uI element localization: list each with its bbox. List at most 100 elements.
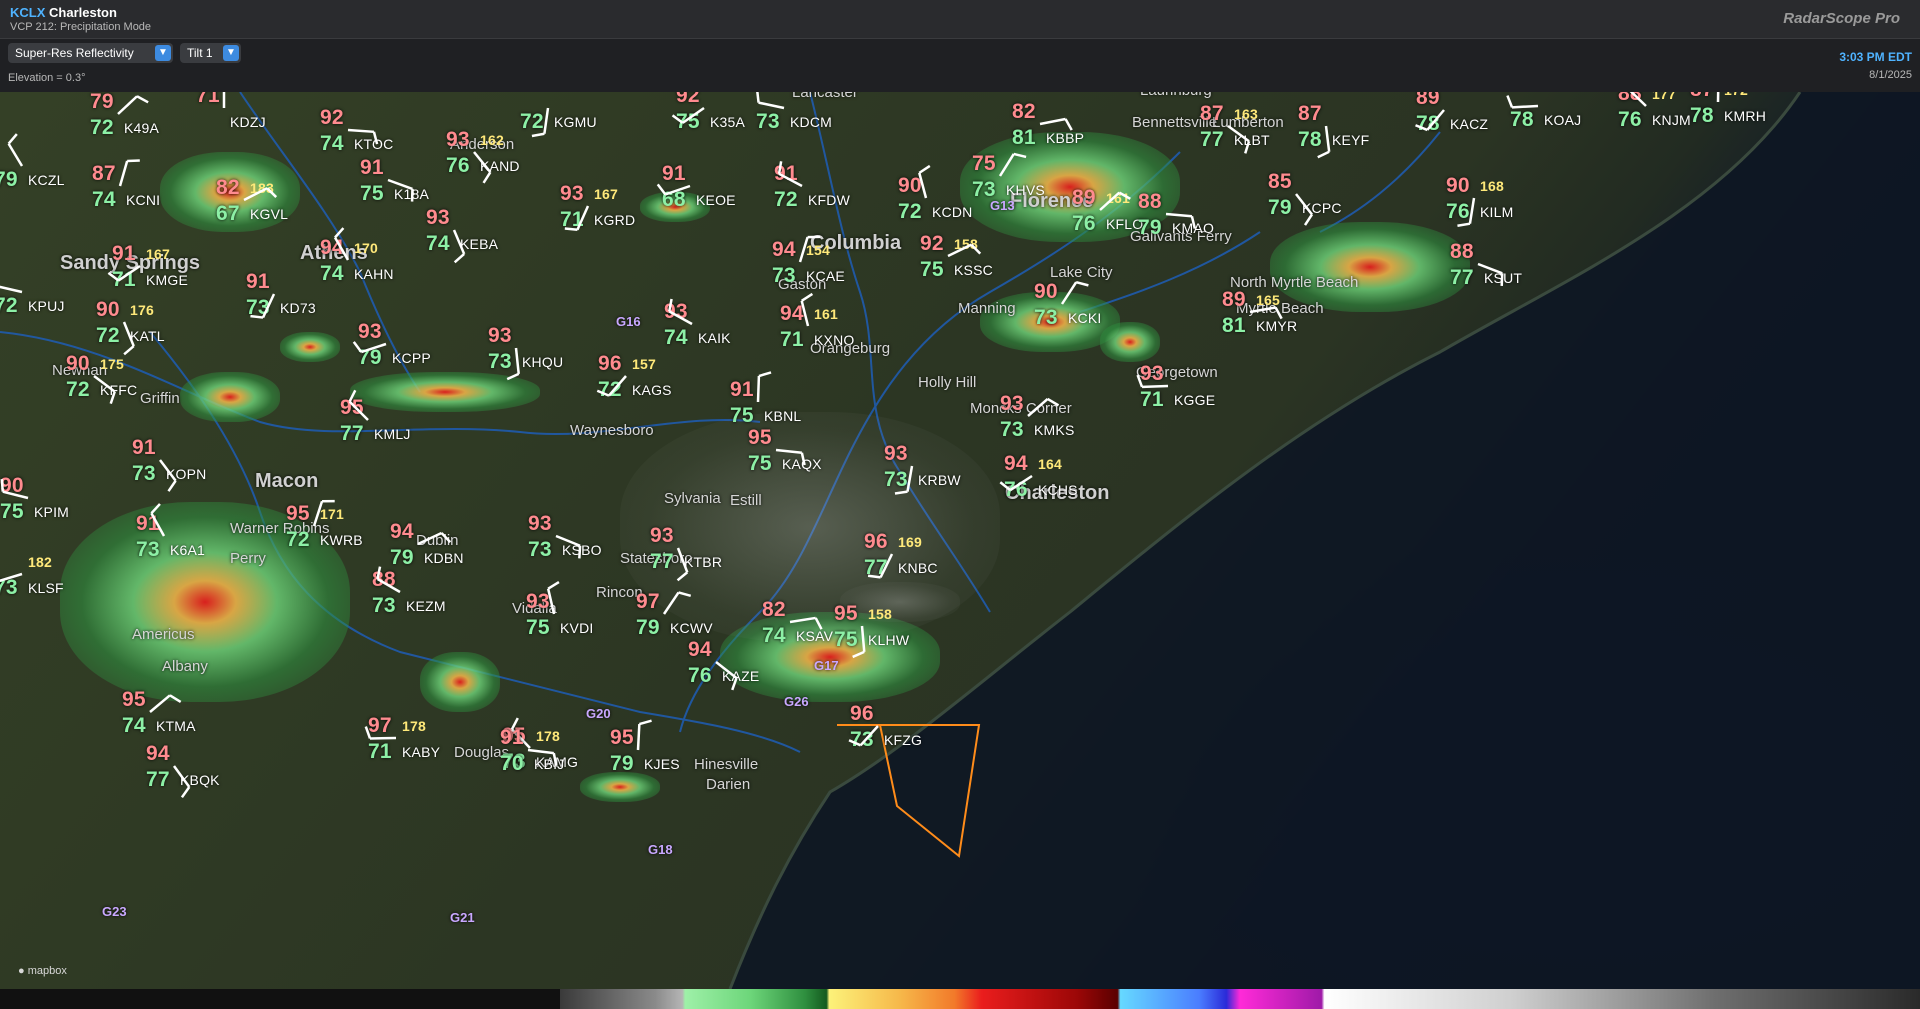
wind-barb-icon — [775, 448, 806, 466]
station-title: KCLX Charleston — [10, 5, 117, 20]
wind-barb-icon — [636, 719, 652, 751]
vcp-mode: VCP 212: Precipitation Mode — [10, 21, 152, 33]
app-brand: RadarScope Pro — [1783, 10, 1900, 27]
wind-barb-icon — [867, 553, 894, 579]
wind-barb-icon — [546, 581, 560, 615]
product-select[interactable]: Super-Res Reflectivity ▼ — [8, 43, 173, 63]
wind-barb-icon — [555, 534, 582, 559]
wind-barb-icon — [564, 205, 590, 231]
wind-barb-icon — [506, 347, 520, 381]
toolbar: Super-Res Reflectivity ▼ Tilt 1 ▼ Elevat… — [0, 39, 1920, 92]
wind-barb-icon — [312, 499, 335, 527]
wind-barb-icon — [159, 459, 177, 492]
wind-barb-icon — [676, 547, 689, 582]
city-label: Americus — [132, 626, 195, 643]
wind-barb-icon — [0, 284, 23, 294]
wind-barb-icon — [671, 106, 705, 124]
tilt-select-value: Tilt 1 — [187, 46, 213, 60]
wind-barb-icon — [668, 298, 693, 326]
chevron-down-icon: ▼ — [223, 45, 239, 61]
wind-barb-icon — [715, 661, 738, 691]
wind-barb-icon — [1099, 191, 1131, 211]
wind-barb-icon — [473, 151, 492, 184]
elevation-label: Elevation = 0.3° — [8, 72, 86, 84]
wind-barb-icon — [117, 95, 149, 115]
wind-barb-icon — [848, 725, 879, 747]
wind-barb-icon — [1295, 193, 1314, 226]
wind-barb-icon — [894, 465, 914, 495]
wind-barb-icon — [1317, 125, 1331, 159]
wind-barb-icon — [1227, 124, 1251, 154]
wind-barb-icon — [755, 92, 785, 110]
color-legend — [0, 989, 1920, 1009]
wind-barb-icon — [1716, 92, 1720, 103]
city-label: Manning — [958, 300, 1016, 317]
wind-gust-label: G20 — [586, 706, 611, 721]
station-name: Charleston — [49, 5, 117, 20]
wind-barb-icon — [1165, 212, 1197, 229]
attribution-text: mapbox — [27, 965, 67, 977]
wind-barb-icon — [387, 178, 414, 202]
wind-barb-icon — [800, 292, 814, 327]
wind-barb-icon — [656, 183, 691, 196]
wind-barb-icon — [789, 616, 823, 630]
wind-barb-icon — [172, 765, 191, 799]
wind-barb-icon — [1027, 397, 1060, 417]
wind-barb-icon — [777, 161, 803, 188]
wind-barb-icon — [1136, 374, 1169, 389]
wind-barb-icon — [918, 164, 931, 199]
wind-barb-icon — [243, 187, 278, 202]
title-bar: KCLX Charleston VCP 212: Precipitation M… — [0, 0, 1920, 39]
wind-barb-icon — [417, 531, 452, 546]
wind-barb-icon — [596, 375, 627, 397]
wind-barb-icon — [122, 321, 135, 356]
reflectivity-echo — [180, 372, 280, 422]
wind-barb-icon — [118, 159, 140, 187]
reflectivity-echo — [280, 332, 340, 362]
city-label: Waynesboro — [570, 422, 654, 439]
wind-barb-icon — [999, 474, 1033, 492]
reflectivity-echo — [420, 652, 500, 712]
city-label: Sylvania — [664, 490, 721, 507]
wind-barb-icon — [0, 479, 29, 500]
mapbox-logo: ● mapbox — [18, 965, 67, 977]
city-label: Hinesville — [694, 756, 759, 773]
wind-barb-icon — [149, 694, 182, 713]
wind-barb-icon — [107, 264, 141, 282]
scan-date: 8/1/2025 — [1869, 69, 1912, 81]
reflectivity-echo — [580, 772, 660, 802]
wind-barb-icon — [376, 566, 401, 594]
wind-barb-icon — [531, 107, 550, 138]
tilt-select[interactable]: Tilt 1 ▼ — [180, 43, 241, 63]
wind-gust-label: G17 — [814, 658, 839, 673]
city-label: Griffin — [140, 390, 180, 407]
wind-gust-label: G23 — [102, 904, 127, 919]
wind-barb-icon — [1506, 95, 1539, 109]
wind-barb-icon — [1039, 117, 1073, 131]
wind-barb-icon — [756, 371, 772, 403]
wind-barb-icon — [93, 375, 116, 405]
wind-barb-icon — [250, 293, 276, 319]
reflectivity-scale — [560, 989, 1920, 1009]
wind-barb-icon — [222, 92, 226, 108]
wind-barb-icon — [852, 625, 866, 659]
station-code: KCLX — [10, 5, 46, 20]
wind-barb-icon — [364, 726, 397, 740]
wind-gust-label: G16 — [616, 314, 641, 329]
wind-barb-icon — [1060, 280, 1089, 305]
wind-barb-icon — [352, 341, 387, 354]
chevron-down-icon: ▼ — [155, 45, 171, 61]
city-label: Holly Hill — [918, 374, 977, 391]
wind-barb-icon — [452, 229, 466, 264]
wind-barb-icon — [347, 128, 379, 145]
city-label: Macon — [255, 470, 319, 492]
city-label: Darien — [706, 776, 751, 793]
wind-barb-icon — [7, 133, 24, 167]
radar-map[interactable]: Sandy Springs Macon Charleston Florence Colu… — [0, 92, 1920, 989]
city-label: Perry — [230, 550, 266, 567]
wind-gust-label: G18 — [648, 842, 673, 857]
wind-barb-icon — [1249, 306, 1283, 320]
wind-barb-icon — [662, 591, 692, 615]
wind-barb-icon — [998, 152, 1027, 177]
wind-barb-icon — [527, 748, 558, 766]
